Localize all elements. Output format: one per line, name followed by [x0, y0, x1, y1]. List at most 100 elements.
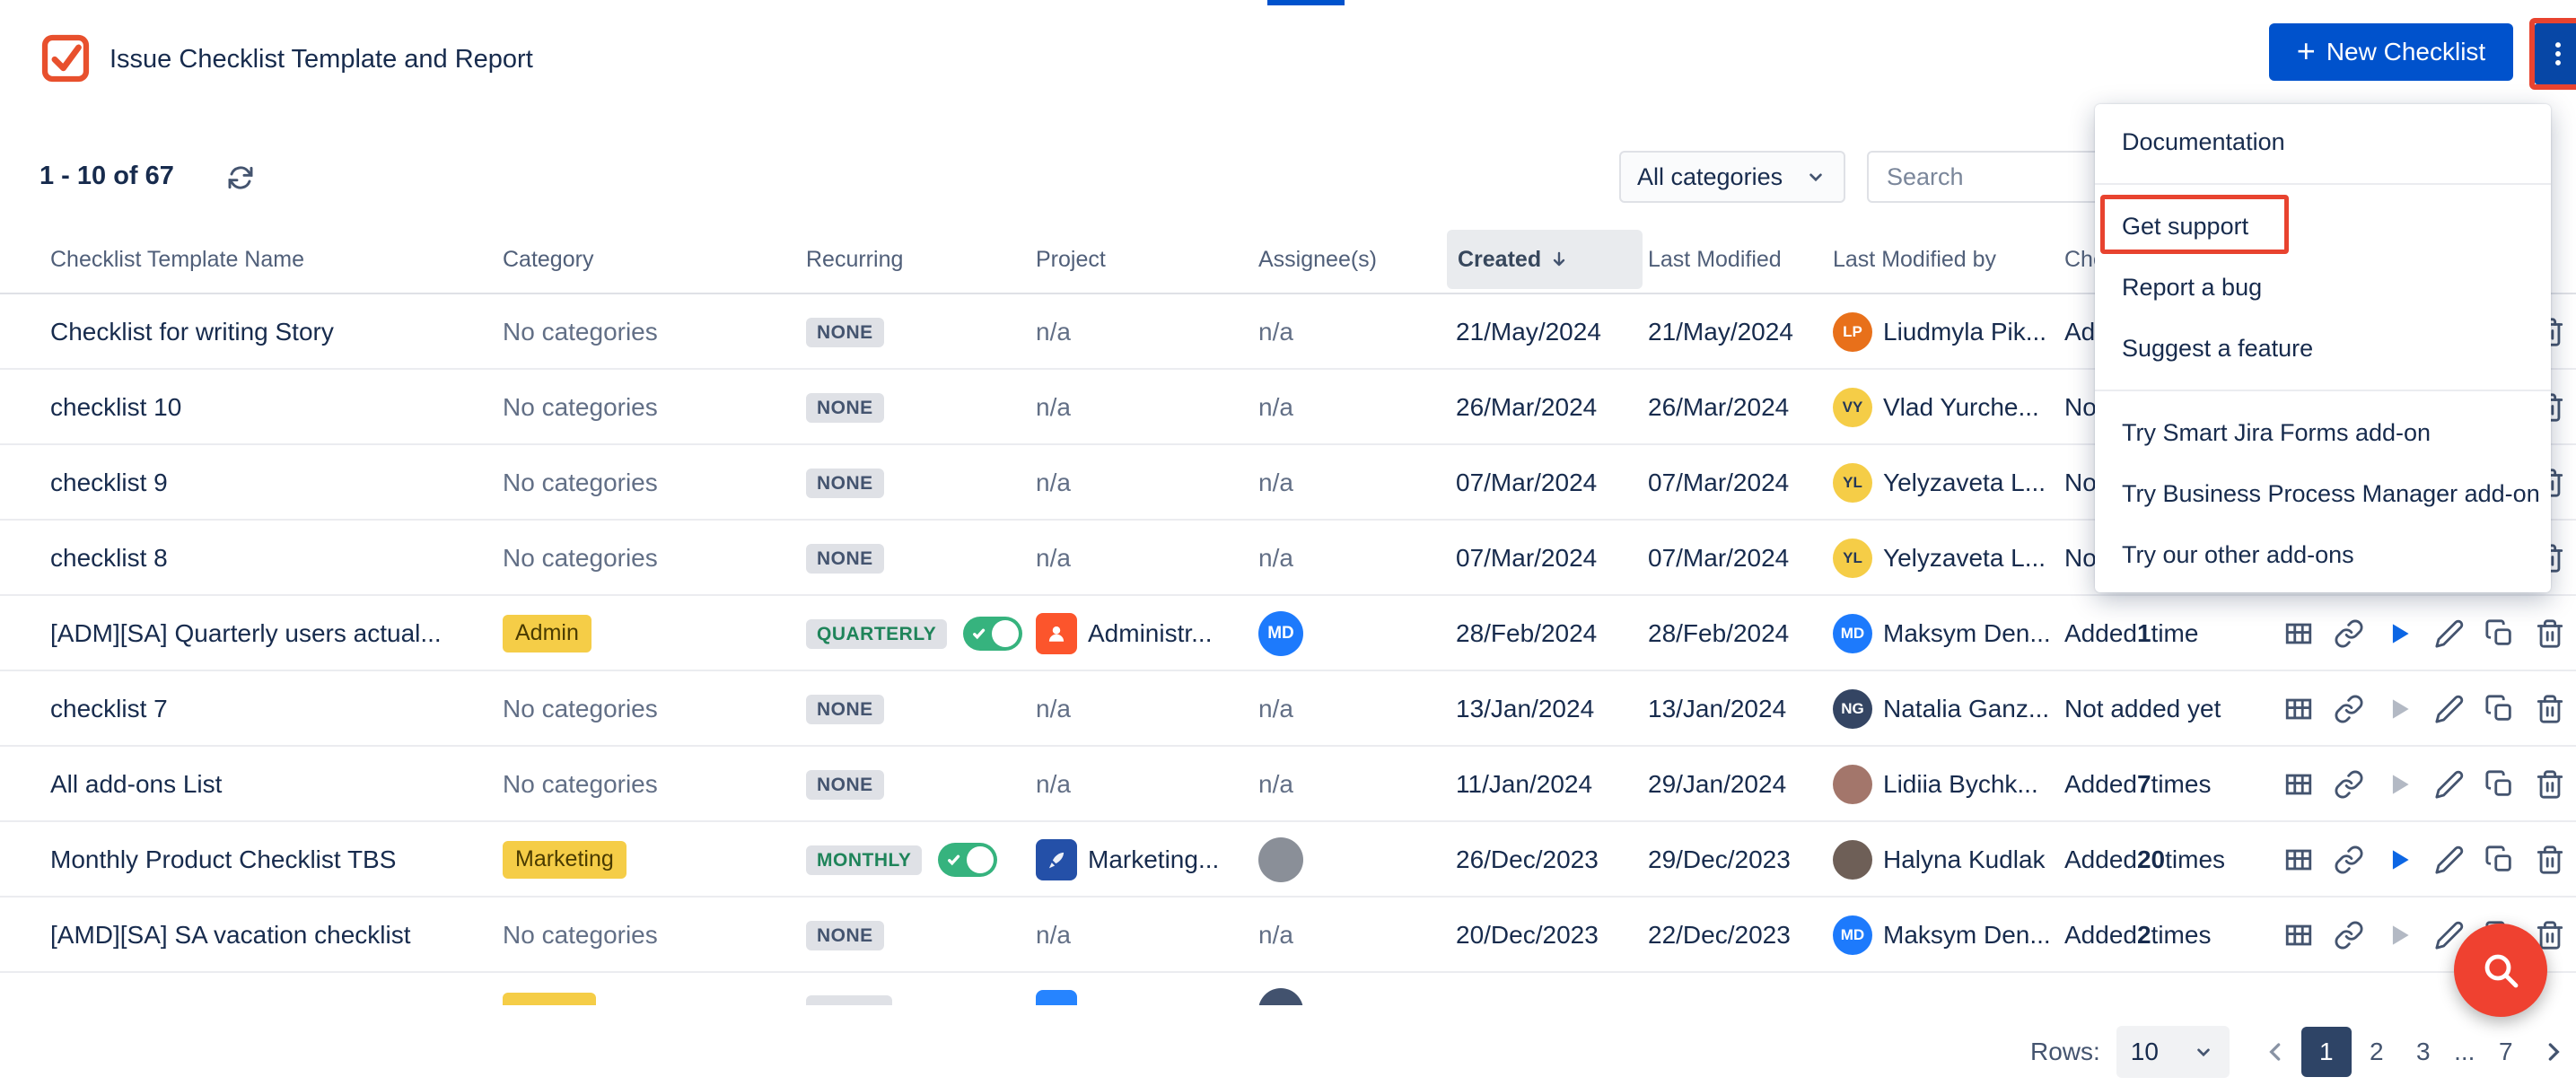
delete-icon[interactable]: [2535, 618, 2565, 649]
copy-link-icon[interactable]: [2334, 769, 2364, 800]
new-checklist-label: New Checklist: [2326, 38, 2485, 66]
menu-item-report-a-bug[interactable]: Report a bug: [2095, 257, 2551, 318]
page-button-7[interactable]: 7: [2484, 1027, 2528, 1077]
rows-per-page-select[interactable]: 10: [2116, 1026, 2230, 1078]
page-button-3[interactable]: 3: [2402, 1027, 2445, 1077]
template-name[interactable]: checklist 9: [50, 469, 168, 497]
run-checklist-icon[interactable]: [2384, 769, 2414, 800]
report-grid-icon[interactable]: [2283, 618, 2314, 649]
col-header-name[interactable]: Checklist Template Name: [50, 224, 481, 294]
created-date: 28/Feb/2024: [1456, 596, 1635, 671]
recurring-toggle[interactable]: [963, 617, 1022, 651]
project-value: n/a: [1036, 921, 1071, 950]
copy-link-icon[interactable]: [2334, 618, 2364, 649]
created-date: 13/Jan/2024: [1456, 671, 1635, 747]
col-header-modified-by[interactable]: Last Modified by: [1833, 224, 2059, 294]
edit-icon[interactable]: [2434, 618, 2465, 649]
duplicate-icon[interactable]: [2484, 694, 2515, 724]
delete-icon[interactable]: [2535, 769, 2565, 800]
template-name[interactable]: checklist 8: [50, 544, 168, 573]
menu-item-suggest-a-feature[interactable]: Suggest a feature: [2095, 318, 2551, 379]
copy-link-icon[interactable]: [2334, 845, 2364, 875]
menu-item-try-other-addons[interactable]: Try our other add-ons: [2095, 524, 2551, 585]
prev-page-icon[interactable]: [2262, 1038, 2291, 1066]
table-row[interactable]: All add-ons List No categories NONE n/a …: [0, 747, 2576, 822]
template-name[interactable]: Checklist for writing Story: [50, 318, 334, 346]
report-grid-icon[interactable]: [2283, 694, 2314, 724]
project-value: n/a: [1036, 393, 1071, 422]
copy-link-icon[interactable]: [2334, 694, 2364, 724]
row-actions: [2283, 596, 2571, 671]
toggle-knob: [992, 620, 1019, 647]
run-checklist-icon[interactable]: [2384, 694, 2414, 724]
duplicate-icon[interactable]: [2484, 618, 2515, 649]
template-name[interactable]: checklist 7: [50, 695, 168, 723]
report-grid-icon[interactable]: [2283, 845, 2314, 875]
menu-item-try-smart-jira-forms[interactable]: Try Smart Jira Forms add-on: [2095, 402, 2551, 463]
page-ellipsis: ...: [2449, 1027, 2481, 1077]
annotation-box-menu-button: [2529, 18, 2576, 90]
partial-assignee-avatar: [1258, 988, 1303, 1005]
modified-by-cell: YL Yelyzaveta L...: [1833, 445, 2059, 521]
category-value: No categories: [503, 695, 658, 723]
user-name: Vlad Yurche...: [1883, 393, 2039, 422]
assignee-value: n/a: [1258, 469, 1293, 497]
edit-icon[interactable]: [2434, 694, 2465, 724]
refresh-icon[interactable]: [226, 163, 255, 192]
next-page-icon[interactable]: [2538, 1038, 2567, 1066]
duplicate-icon[interactable]: [2484, 845, 2515, 875]
user-avatar: VY: [1833, 388, 1872, 427]
template-name[interactable]: All add-ons List: [50, 770, 222, 799]
col-header-project[interactable]: Project: [1036, 224, 1251, 294]
created-date: 21/May/2024: [1456, 294, 1635, 370]
category-filter-select[interactable]: All categories: [1619, 151, 1845, 203]
check-icon: [946, 852, 962, 868]
page-button-1[interactable]: 1: [2301, 1027, 2352, 1077]
modified-date: 21/May/2024: [1648, 294, 1826, 370]
check-icon: [971, 626, 987, 642]
template-name[interactable]: [AMD][SA] SA vacation checklist: [50, 921, 411, 950]
run-checklist-icon[interactable]: [2384, 845, 2414, 875]
report-grid-icon[interactable]: [2283, 920, 2314, 950]
table-row[interactable]: checklist 7 No categories NONE n/a n/a 1…: [0, 671, 2576, 747]
col-header-recurring[interactable]: Recurring: [806, 224, 1030, 294]
run-checklist-icon[interactable]: [2384, 920, 2414, 950]
help-bubble-button[interactable]: [2454, 924, 2547, 1017]
col-header-assignee[interactable]: Assignee(s): [1258, 224, 1447, 294]
menu-item-try-business-process-manager[interactable]: Try Business Process Manager add-on: [2095, 463, 2551, 524]
delete-icon[interactable]: [2535, 694, 2565, 724]
user-name: Lidiia Bychk...: [1883, 770, 2038, 799]
user-avatar: MD: [1833, 614, 1872, 653]
report-grid-icon[interactable]: [2283, 769, 2314, 800]
edit-icon[interactable]: [2434, 845, 2465, 875]
template-name[interactable]: Monthly Product Checklist TBS: [50, 845, 396, 874]
created-date: 26/Dec/2023: [1456, 822, 1635, 898]
user-name: Halyna Kudlak: [1883, 845, 2046, 874]
copy-link-icon[interactable]: [2334, 920, 2364, 950]
template-name[interactable]: checklist 10: [50, 393, 181, 422]
menu-item-get-support[interactable]: Get support: [2095, 196, 2551, 257]
created-date: 26/Mar/2024: [1456, 370, 1635, 445]
duplicate-icon[interactable]: [2484, 769, 2515, 800]
more-actions-button[interactable]: [2535, 23, 2576, 84]
page-button-2[interactable]: 2: [2355, 1027, 2398, 1077]
col-header-modified[interactable]: Last Modified: [1648, 224, 1826, 294]
table-row[interactable]: Monthly Product Checklist TBS Marketing …: [0, 822, 2576, 898]
issue-checklist-page: Issue Checklist Template and Report + Ne…: [0, 0, 2576, 1086]
table-row[interactable]: [ADM][SA] Quarterly users actual... Admi…: [0, 596, 2576, 671]
delete-icon[interactable]: [2535, 845, 2565, 875]
col-header-created[interactable]: Created: [1447, 230, 1643, 289]
menu-item-documentation[interactable]: Documentation: [2095, 111, 2551, 172]
table-row[interactable]: [AMD][SA] SA vacation checklist No categ…: [0, 898, 2576, 973]
col-header-category[interactable]: Category: [503, 224, 799, 294]
row-actions: [2283, 822, 2571, 898]
recurring-toggle[interactable]: [938, 843, 997, 877]
plus-icon: +: [2297, 35, 2316, 67]
created-date: 11/Jan/2024: [1456, 747, 1635, 822]
template-name[interactable]: [ADM][SA] Quarterly users actual...: [50, 619, 442, 648]
checklist-logo-icon: [39, 32, 92, 84]
project-name: Administr...: [1088, 619, 1212, 648]
new-checklist-button[interactable]: + New Checklist: [2269, 23, 2513, 81]
run-checklist-icon[interactable]: [2384, 618, 2414, 649]
edit-icon[interactable]: [2434, 769, 2465, 800]
